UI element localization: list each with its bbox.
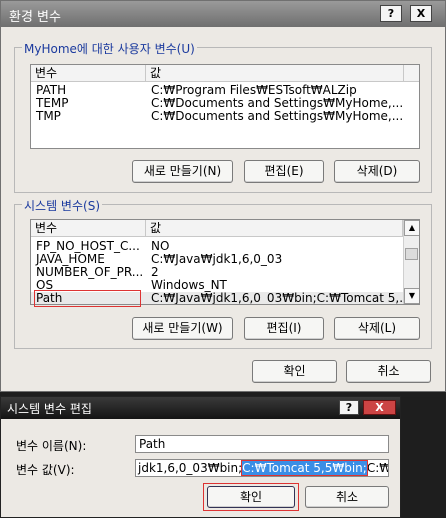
- value-text-before: jdk1,6,0_03₩bin;: [138, 461, 243, 475]
- cancel-button[interactable]: 취소: [346, 360, 431, 383]
- user-new-button[interactable]: 새로 만들기(N): [132, 160, 233, 183]
- variable-value: C:₩Java₩jdk1,6,0_03: [151, 252, 283, 266]
- close-button[interactable]: X: [410, 5, 432, 22]
- help-button[interactable]: ?: [380, 5, 402, 22]
- user-variables-list[interactable]: 변수 값 PATH C:₩Program Files₩ESTsoft₩ALZip…: [30, 64, 420, 149]
- variable-name: TMP: [36, 109, 61, 123]
- column-header-value[interactable]: 값: [146, 220, 403, 237]
- dialog-title: 환경 변수: [9, 10, 61, 25]
- variable-value-label: 변수 값(V):: [16, 463, 75, 477]
- user-edit-button[interactable]: 편집(E): [244, 160, 324, 183]
- environment-variables-dialog: 환경 변수 ? X MyHome에 대한 사용자 변수(U) 변수 값 PATH…: [0, 0, 446, 392]
- edit-close-button[interactable]: X: [363, 400, 396, 415]
- list-header: 변수 값: [31, 65, 419, 82]
- system-variables-label: 시스템 변수(S): [22, 197, 102, 214]
- title-bar: 환경 변수 ? X: [1, 1, 445, 27]
- scroll-down-icon[interactable]: ▼: [404, 288, 419, 304]
- scroll-thumb[interactable]: [405, 248, 418, 260]
- value-text-selected: C:₩Tomcat 5,5₩bin;: [241, 460, 368, 476]
- ok-button[interactable]: 확인: [252, 360, 337, 383]
- variable-name-field[interactable]: Path: [135, 435, 389, 453]
- column-header-variable[interactable]: 변수: [31, 65, 146, 82]
- edit-dialog-title-bar: 시스템 변수 편집 ? X: [1, 397, 400, 419]
- variable-value: C:₩Documents and Settings₩MyHome,...: [151, 109, 404, 123]
- system-delete-button[interactable]: 삭제(L): [334, 317, 420, 340]
- value-text-after: C:₩ora: [366, 461, 389, 475]
- scroll-up-icon[interactable]: ▲: [404, 220, 419, 236]
- edit-cancel-button[interactable]: 취소: [305, 486, 389, 508]
- edit-dialog-title: 시스템 변수 편집: [7, 402, 92, 416]
- path-highlight-box: [34, 290, 141, 307]
- list-item[interactable]: TMP C:₩Documents and Settings₩MyHome,...: [31, 110, 419, 123]
- user-delete-button[interactable]: 삭제(D): [334, 160, 420, 183]
- edit-system-variable-dialog: 시스템 변수 편집 ? X 변수 이름(N): Path 변수 값(V): jd…: [0, 396, 401, 518]
- column-header-variable[interactable]: 변수: [31, 220, 146, 237]
- edit-help-button[interactable]: ?: [339, 400, 359, 415]
- system-edit-button[interactable]: 편집(I): [244, 317, 324, 340]
- variable-value: C:₩Java₩jdk1,6,0_03₩bin;C:₩Tomcat 5,...: [151, 291, 411, 305]
- column-header-value[interactable]: 값: [146, 65, 404, 82]
- scrollbar[interactable]: ▲ ▼: [403, 220, 419, 304]
- user-variables-label: MyHome에 대한 사용자 변수(U): [22, 40, 197, 57]
- edit-ok-button[interactable]: 확인: [207, 486, 295, 508]
- list-header: 변수 값: [31, 220, 403, 237]
- system-new-button[interactable]: 새로 만들기(W): [132, 317, 233, 340]
- variable-value-field[interactable]: jdk1,6,0_03₩bin;C:₩Tomcat 5,5₩bin;C:₩ora: [135, 459, 389, 477]
- variable-name-label: 변수 이름(N):: [16, 439, 87, 453]
